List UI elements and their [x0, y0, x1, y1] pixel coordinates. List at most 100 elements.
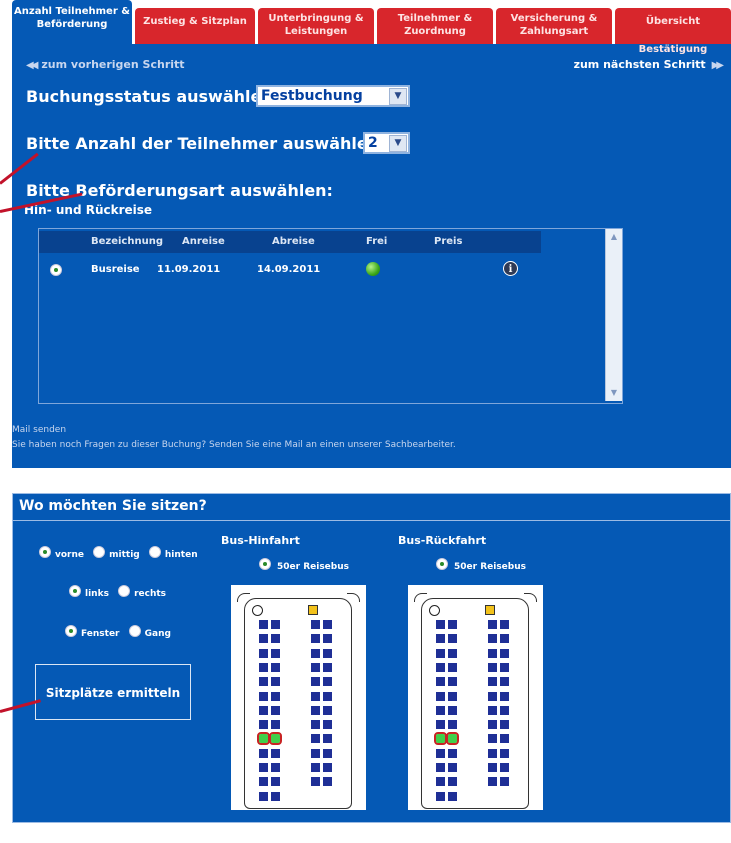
seat[interactable] — [259, 620, 268, 629]
seat[interactable] — [448, 791, 457, 801]
seat[interactable] — [488, 620, 497, 629]
seat[interactable] — [500, 705, 509, 715]
return-seat-map[interactable] — [408, 585, 543, 810]
seat[interactable] — [500, 634, 509, 644]
seat[interactable] — [436, 620, 445, 629]
participant-count-select[interactable]: 2 ▼ — [363, 132, 410, 154]
seat[interactable] — [311, 648, 320, 658]
info-icon[interactable]: i — [503, 261, 518, 276]
seat-type-window[interactable]: Fenster — [65, 625, 120, 639]
seat[interactable] — [448, 691, 457, 701]
seat[interactable] — [259, 763, 268, 772]
position-option-front[interactable]: vorne — [39, 546, 84, 560]
seat[interactable] — [488, 748, 497, 758]
seat[interactable] — [311, 634, 320, 644]
seat[interactable] — [259, 748, 268, 758]
seat[interactable] — [311, 705, 320, 715]
seat[interactable] — [436, 662, 445, 672]
mail-send-link[interactable]: Mail senden — [12, 425, 66, 435]
seat[interactable] — [448, 677, 457, 687]
seat[interactable] — [488, 634, 497, 644]
selected-seat[interactable] — [434, 732, 447, 746]
seat[interactable] — [323, 777, 332, 787]
seat[interactable] — [271, 677, 280, 687]
seat[interactable] — [259, 691, 268, 701]
seat[interactable] — [271, 648, 280, 658]
seat[interactable] — [259, 791, 268, 801]
seat[interactable] — [488, 705, 497, 715]
tab-participants-assignment[interactable]: Teilnehmer & Zuordnung — [377, 8, 493, 44]
seat[interactable] — [436, 648, 445, 658]
seat[interactable] — [271, 791, 280, 801]
seat[interactable] — [488, 777, 497, 787]
scroll-up-icon[interactable]: ▲ — [606, 229, 622, 245]
seat[interactable] — [500, 620, 509, 629]
return-bus-option[interactable]: 50er Reisebus — [436, 558, 526, 572]
next-step-link[interactable]: zum nächsten Schritt ▶▶ — [574, 58, 725, 71]
tab-participants-transport[interactable]: Anzahl Teilnehmer & Beförderung — [12, 0, 132, 44]
seat[interactable] — [259, 648, 268, 658]
seat[interactable] — [448, 763, 457, 772]
seat[interactable] — [259, 634, 268, 644]
selected-seat[interactable] — [257, 732, 270, 746]
seat[interactable] — [323, 648, 332, 658]
seat[interactable] — [311, 677, 320, 687]
seat[interactable] — [500, 662, 509, 672]
seat[interactable] — [436, 777, 445, 787]
seat[interactable] — [271, 620, 280, 629]
seat[interactable] — [436, 720, 445, 730]
selected-seat[interactable] — [269, 732, 282, 746]
seat[interactable] — [271, 748, 280, 758]
seat[interactable] — [323, 720, 332, 730]
seat[interactable] — [448, 705, 457, 715]
previous-step-link[interactable]: ◀◀ zum vorherigen Schritt — [26, 58, 185, 71]
seat[interactable] — [311, 620, 320, 629]
tab-accommodation-services[interactable]: Unterbringung & Leistungen — [258, 8, 374, 44]
seat[interactable] — [323, 705, 332, 715]
seat[interactable] — [271, 691, 280, 701]
seat[interactable] — [436, 677, 445, 687]
seat[interactable] — [448, 648, 457, 658]
seat[interactable] — [323, 634, 332, 644]
seat[interactable] — [271, 777, 280, 787]
seat[interactable] — [311, 720, 320, 730]
seat[interactable] — [488, 648, 497, 658]
seat[interactable] — [271, 720, 280, 730]
seat[interactable] — [323, 620, 332, 629]
seat[interactable] — [436, 705, 445, 715]
seat[interactable] — [323, 691, 332, 701]
seat[interactable] — [500, 648, 509, 658]
seat[interactable] — [271, 634, 280, 644]
seat[interactable] — [436, 691, 445, 701]
seat[interactable] — [500, 734, 509, 744]
seat[interactable] — [448, 634, 457, 644]
seat[interactable] — [488, 734, 497, 744]
seat[interactable] — [259, 662, 268, 672]
seat[interactable] — [488, 662, 497, 672]
tab-boarding-seatplan[interactable]: Zustieg & Sitzplan — [135, 8, 255, 44]
seat[interactable] — [311, 734, 320, 744]
seat[interactable] — [271, 662, 280, 672]
seat[interactable] — [500, 748, 509, 758]
seat[interactable] — [311, 777, 320, 787]
seat[interactable] — [500, 691, 509, 701]
find-seats-button[interactable]: Sitzplätze ermitteln — [35, 664, 191, 720]
outbound-seat-map[interactable] — [231, 585, 366, 810]
outbound-bus-option[interactable]: 50er Reisebus — [259, 558, 349, 572]
seat[interactable] — [323, 677, 332, 687]
seat[interactable] — [500, 677, 509, 687]
seat[interactable] — [488, 720, 497, 730]
seat[interactable] — [311, 763, 320, 772]
seat[interactable] — [311, 662, 320, 672]
seat[interactable] — [259, 777, 268, 787]
seat[interactable] — [311, 748, 320, 758]
side-option-right[interactable]: rechts — [118, 585, 166, 599]
seat[interactable] — [259, 705, 268, 715]
seat[interactable] — [271, 763, 280, 772]
seat[interactable] — [448, 720, 457, 730]
seat[interactable] — [436, 748, 445, 758]
seat[interactable] — [448, 620, 457, 629]
tab-overview-confirmation[interactable]: Übersicht Bestätigung — [615, 8, 731, 55]
scroll-down-icon[interactable]: ▼ — [606, 385, 622, 401]
booking-status-select[interactable]: Festbuchung ▼ — [256, 85, 410, 107]
